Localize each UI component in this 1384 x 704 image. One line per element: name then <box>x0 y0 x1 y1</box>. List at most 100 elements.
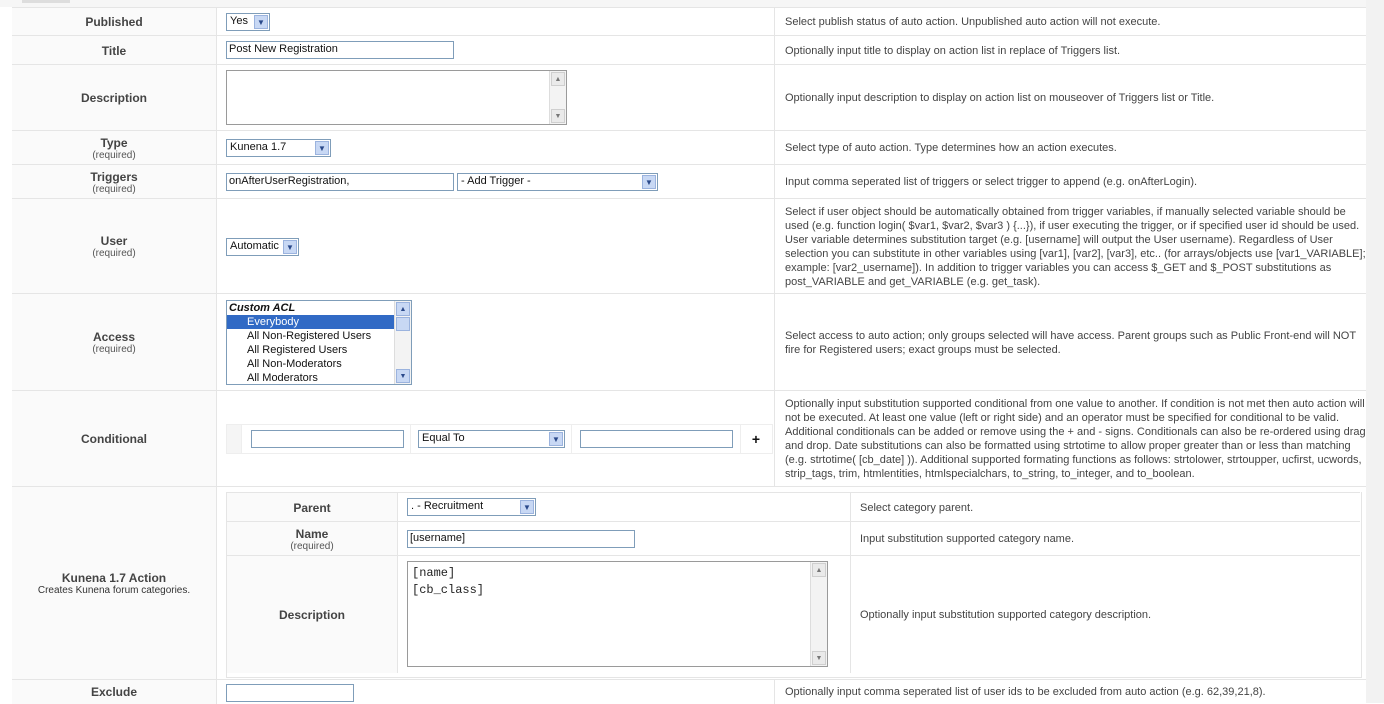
drag-handle[interactable] <box>227 425 242 453</box>
required-note: (required) <box>92 149 136 161</box>
name-input[interactable]: [username] <box>407 530 635 548</box>
title-label: Title <box>101 43 127 58</box>
row-title: Title Post New Registration Optionally i… <box>12 35 1366 65</box>
row-type: Type (required) Kunena 1.7 ▼ Select type… <box>12 130 1366 165</box>
row-field <box>217 680 775 704</box>
exclude-label: Exclude <box>90 685 138 699</box>
row-label: Description <box>12 65 217 131</box>
row-label: Title <box>12 36 217 65</box>
scroll-up-icon[interactable]: ▲ <box>396 302 410 316</box>
scroll-down-icon[interactable]: ▼ <box>551 109 565 123</box>
row-label: Exclude <box>12 680 217 704</box>
type-help: Select type of auto action. Type determi… <box>785 142 1117 154</box>
row-exclude: Exclude Optionally input comma seperated… <box>12 679 1366 704</box>
parent-label: Parent <box>293 500 331 515</box>
param-field-cell: [name] [cb_class] ▲ ▼ <box>398 556 851 673</box>
name-label: Name <box>295 526 329 541</box>
conditional-right-input[interactable] <box>580 430 733 448</box>
required-note: (required) <box>92 248 136 259</box>
page-scrollbar[interactable] <box>1366 0 1384 703</box>
chevron-down-icon: ▼ <box>549 432 563 446</box>
published-help: Select publish status of auto action. Un… <box>785 16 1161 28</box>
chevron-down-icon: ▼ <box>283 240 297 254</box>
conditional-table: Equal To ▼ + <box>226 424 773 454</box>
description-help: Optionally input description to display … <box>785 92 1215 104</box>
list-item[interactable]: Everybody <box>227 315 411 329</box>
scroll-down-icon[interactable]: ▼ <box>812 651 826 665</box>
action-description-help: Optionally input substitution supported … <box>860 608 1152 621</box>
action-label: Kunena 1.7 Action <box>61 571 167 585</box>
textarea-scrollbar[interactable]: ▲ ▼ <box>549 71 566 124</box>
add-trigger-value: - Add Trigger - <box>461 175 531 187</box>
triggers-help: Input comma seperated list of triggers o… <box>785 176 1198 188</box>
chevron-down-icon: ▼ <box>254 15 268 29</box>
type-value: Kunena 1.7 <box>230 141 287 153</box>
param-label-cell: Parent <box>227 493 398 522</box>
param-field-cell: . - Recruitment ▼ <box>398 493 851 522</box>
title-input[interactable]: Post New Registration <box>226 41 454 59</box>
row-field: Kunena 1.7 ▼ <box>217 131 775 165</box>
scroll-thumb[interactable] <box>396 317 410 331</box>
list-item[interactable]: All Moderators <box>227 371 411 384</box>
scroll-up-icon[interactable]: ▲ <box>812 563 826 577</box>
access-label: Access <box>92 330 136 344</box>
param-row-description: Description [name] [cb_class] ▲ ▼ Option… <box>227 555 1360 673</box>
row-label: Triggers (required) <box>12 165 217 199</box>
add-conditional-button[interactable]: + <box>748 430 764 448</box>
option-group: Custom ACL <box>229 302 296 314</box>
required-note: (required) <box>92 344 136 355</box>
user-select[interactable]: Automatic ▼ <box>226 238 299 256</box>
chevron-down-icon: ▼ <box>520 500 534 514</box>
parent-select[interactable]: . - Recruitment ▼ <box>407 498 536 516</box>
row-action: Kunena 1.7 Action Creates Kunena forum c… <box>12 486 1366 680</box>
row-label: User (required) <box>12 199 217 294</box>
conditional-left-input[interactable] <box>251 430 404 448</box>
parent-value: . - Recruitment <box>411 500 484 512</box>
operator-select[interactable]: Equal To ▼ <box>418 430 565 448</box>
listbox-scrollbar[interactable]: ▲ ▼ <box>394 301 411 384</box>
list-item[interactable]: All Non-Registered Users <box>227 329 411 343</box>
user-label: User <box>100 234 128 248</box>
add-trigger-select[interactable]: - Add Trigger - ▼ <box>457 173 658 191</box>
action-params-table: Parent . - Recruitment ▼ Select category… <box>226 492 1362 678</box>
row-label: Conditional <box>12 391 217 487</box>
top-tab[interactable] <box>22 0 70 3</box>
list-item[interactable]: All Registered Users <box>227 343 411 357</box>
list-item[interactable]: All Non-Moderators <box>227 357 411 371</box>
scroll-down-icon[interactable]: ▼ <box>396 369 410 383</box>
description-label: Description <box>80 91 147 105</box>
row-label: Published <box>12 8 217 36</box>
triggers-input[interactable]: onAfterUserRegistration, <box>226 173 454 191</box>
param-row-name: Name (required) [username] Input substit… <box>227 521 1360 556</box>
action-description-label: Description <box>278 607 345 622</box>
row-field: Post New Registration <box>217 36 775 65</box>
row-access: Access (required) Custom ACL Everybody A… <box>12 293 1366 391</box>
action-description-text: [name] [cb_class] <box>412 566 485 597</box>
action-description-textarea[interactable]: [name] [cb_class] ▲ ▼ <box>407 561 828 667</box>
top-strip <box>0 0 1384 7</box>
title-help: Optionally input title to display on act… <box>785 44 1121 57</box>
conditional-label: Conditional <box>81 432 147 446</box>
description-textarea[interactable]: ▲ ▼ <box>226 70 567 125</box>
required-note: (required) <box>290 540 334 552</box>
operator-value: Equal To <box>422 432 465 444</box>
access-listbox[interactable]: Custom ACL Everybody All Non-Registered … <box>226 300 412 385</box>
published-label: Published <box>85 15 143 29</box>
param-field-cell: [username] <box>398 522 851 556</box>
required-note: (required) <box>92 183 136 195</box>
access-help: Select access to auto action; only group… <box>785 329 1356 356</box>
user-value: Automatic <box>230 240 279 252</box>
type-label: Type <box>100 135 128 150</box>
name-help: Input substitution supported category na… <box>860 533 1075 545</box>
row-field: Automatic ▼ <box>217 199 775 294</box>
scroll-up-icon[interactable]: ▲ <box>551 72 565 86</box>
chevron-down-icon: ▼ <box>642 175 656 189</box>
textarea-scrollbar[interactable]: ▲ ▼ <box>810 562 827 666</box>
type-select[interactable]: Kunena 1.7 ▼ <box>226 139 331 157</box>
conditional-help: Optionally input substitution supported … <box>785 398 1366 480</box>
exclude-input[interactable] <box>226 684 354 702</box>
published-select[interactable]: Yes ▼ <box>226 13 270 31</box>
published-value: Yes <box>230 15 248 27</box>
param-row-parent: Parent . - Recruitment ▼ Select category… <box>227 492 1360 522</box>
param-label-cell: Description <box>227 556 398 673</box>
